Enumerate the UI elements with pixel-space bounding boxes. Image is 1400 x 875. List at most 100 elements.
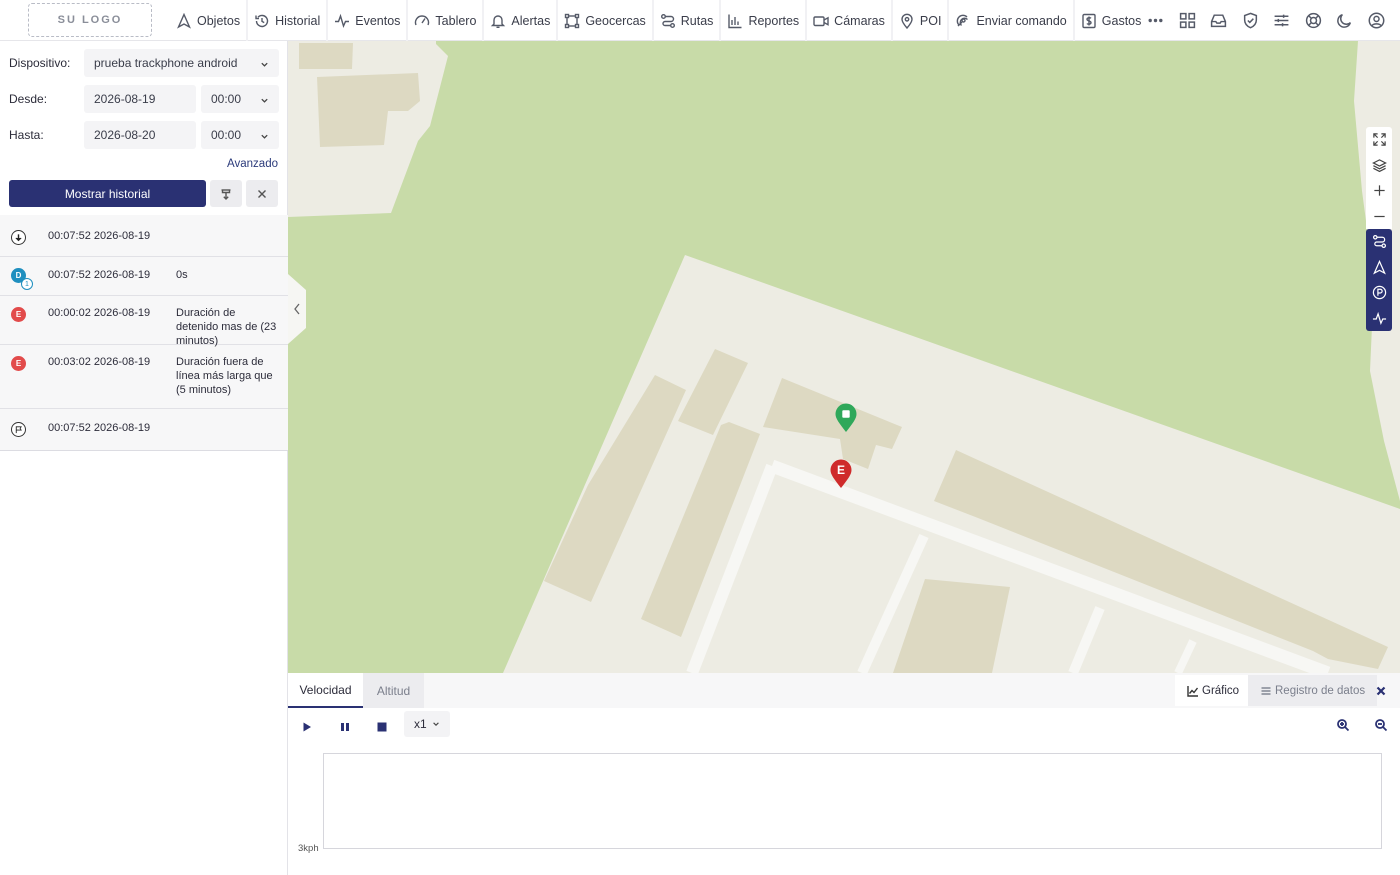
to-row: Hasta: 2026-08-20 00:00 <box>0 121 288 149</box>
sliders-icon[interactable] <box>1266 0 1298 41</box>
device-select[interactable]: prueba trackphone android <box>84 49 279 77</box>
route-icon <box>660 13 675 28</box>
device-value: prueba trackphone android <box>94 56 238 70</box>
nav-geocercas[interactable]: Geocercas <box>558 0 654 41</box>
from-time-select[interactable]: 00:00 <box>201 85 279 113</box>
to-date-input[interactable]: 2026-08-20 <box>84 121 196 149</box>
history-desc: Duración de detenido mas de (23 minutos) <box>176 307 277 347</box>
route-icon[interactable] <box>1366 229 1392 255</box>
chart-y-label: 3kph <box>298 843 319 854</box>
chevron-down-icon <box>260 58 269 67</box>
nav-enviar-comando[interactable]: Enviar comando <box>949 0 1075 41</box>
pause-icon[interactable] <box>338 720 352 734</box>
data-log-button[interactable]: Registro de datos <box>1248 675 1378 706</box>
show-history-button[interactable]: Mostrar historial <box>9 180 206 207</box>
nav-rutas[interactable]: Rutas <box>654 0 722 41</box>
nav-eventos[interactable]: Eventos <box>328 0 409 41</box>
map-controls <box>1366 127 1392 331</box>
speed-chart-area[interactable] <box>323 753 1382 849</box>
device-label: Dispositivo: <box>9 56 71 70</box>
pulse-icon[interactable] <box>1366 305 1392 331</box>
nav-historial[interactable]: Historial <box>248 0 329 41</box>
count-badge: 1 <box>21 278 33 290</box>
close-panel-icon[interactable] <box>1374 684 1388 698</box>
shield-icon[interactable] <box>1235 0 1267 41</box>
dollar-icon <box>1082 13 1096 28</box>
fullscreen-icon[interactable] <box>1366 127 1392 153</box>
tab-velocidad[interactable]: Velocidad <box>288 673 363 708</box>
brand-logo[interactable]: SU LOGO <box>28 3 152 37</box>
stop-icon[interactable] <box>375 720 389 734</box>
history-time: 00:07:52 2026-08-19 <box>48 422 151 434</box>
list-icon <box>1261 686 1271 695</box>
close-icon <box>258 189 266 198</box>
chevron-down-icon <box>433 722 439 726</box>
nav-gastos[interactable]: Gastos <box>1075 0 1148 41</box>
to-label: Hasta: <box>9 128 44 142</box>
parking-icon[interactable] <box>1366 280 1392 306</box>
inbox-icon[interactable] <box>1203 0 1235 41</box>
nav-objetos[interactable]: Objetos <box>170 0 249 41</box>
history-sidebar: Dispositivo: prueba trackphone android D… <box>0 41 288 875</box>
history-list: 00:07:52 2026-08-19 D 1 00:07:52 2026-08… <box>0 215 288 451</box>
event-marker[interactable]: E <box>829 459 853 492</box>
zoom-in-chart-icon[interactable] <box>1336 718 1350 732</box>
nav-label: Geocercas <box>585 13 646 28</box>
tab-altitud[interactable]: Altitud <box>363 673 424 708</box>
to-time-select[interactable]: 00:00 <box>201 121 279 149</box>
nav-label: Gastos <box>1101 13 1142 28</box>
zoom-out-chart-icon[interactable] <box>1374 718 1388 732</box>
event-e-icon: E <box>11 356 26 371</box>
nav-tablero[interactable]: Tablero <box>408 0 485 41</box>
advanced-link[interactable]: Avanzado <box>227 158 278 170</box>
clear-button[interactable] <box>246 180 278 207</box>
chart-view-label: Gráfico <box>1202 684 1240 697</box>
nav-label: Reportes <box>748 13 800 28</box>
zoom-in-icon[interactable] <box>1366 178 1392 204</box>
nav-camaras[interactable]: Cámaras <box>807 0 893 41</box>
history-desc: Duración fuera de línea más larga que (5… <box>176 356 273 396</box>
nav-poi[interactable]: POI <box>893 0 950 41</box>
video-icon <box>813 15 829 26</box>
playback-speed-select[interactable]: x1 <box>404 711 450 737</box>
from-date-value: 2026-08-19 <box>94 92 156 106</box>
navigation-icon[interactable] <box>1366 254 1392 280</box>
moon-icon[interactable] <box>1329 0 1361 41</box>
chevron-down-icon <box>260 130 269 139</box>
zoom-out-icon[interactable] <box>1366 203 1392 229</box>
history-desc: 0s <box>176 269 188 281</box>
nav-alertas[interactable]: Alertas <box>484 0 559 41</box>
from-date-input[interactable]: 2026-08-19 <box>84 85 196 113</box>
list-item[interactable]: 00:07:52 2026-08-19 <box>0 215 288 257</box>
history-time: 00:03:02 2026-08-19 <box>48 356 151 368</box>
play-icon[interactable] <box>300 720 314 734</box>
list-item[interactable]: D 1 00:07:52 2026-08-19 0s <box>0 257 288 296</box>
collapse-sidebar-button[interactable] <box>288 274 308 344</box>
lifebuoy-icon[interactable] <box>1298 0 1330 41</box>
chart-view-button[interactable]: Gráfico <box>1175 675 1252 706</box>
list-item[interactable]: 00:07:52 2026-08-19 <box>0 409 288 451</box>
list-item[interactable]: E 00:00:02 2026-08-19 Duración de deteni… <box>0 296 288 347</box>
main-nav: Objetos Historial Eventos Tablero Alerta… <box>170 0 1147 41</box>
chevron-down-icon <box>260 94 269 103</box>
nav-reportes[interactable]: Reportes <box>721 0 808 41</box>
start-marker[interactable] <box>834 403 858 436</box>
speed-value: x1 <box>414 717 427 731</box>
export-button[interactable] <box>210 180 242 207</box>
list-item[interactable]: E 00:03:02 2026-08-19 Duración fuera de … <box>0 345 288 409</box>
nav-label: Objetos <box>197 13 241 28</box>
satellite-icon <box>957 14 969 26</box>
user-icon[interactable] <box>1361 0 1393 41</box>
bell-icon <box>491 14 506 28</box>
from-label: Desde: <box>9 92 48 106</box>
layers-icon[interactable] <box>1366 152 1392 178</box>
more-icon[interactable] <box>1140 0 1172 41</box>
chevron-left-icon <box>288 274 306 344</box>
map-view[interactable]: E <box>288 41 1400 673</box>
history-time: 00:00:02 2026-08-19 <box>48 307 151 319</box>
nav-label: Enviar comando <box>976 13 1067 28</box>
flag-icon <box>11 422 26 437</box>
nav-label: Eventos <box>355 13 401 28</box>
device-row: Dispositivo: prueba trackphone android <box>0 49 288 77</box>
grid-icon[interactable] <box>1172 0 1204 41</box>
